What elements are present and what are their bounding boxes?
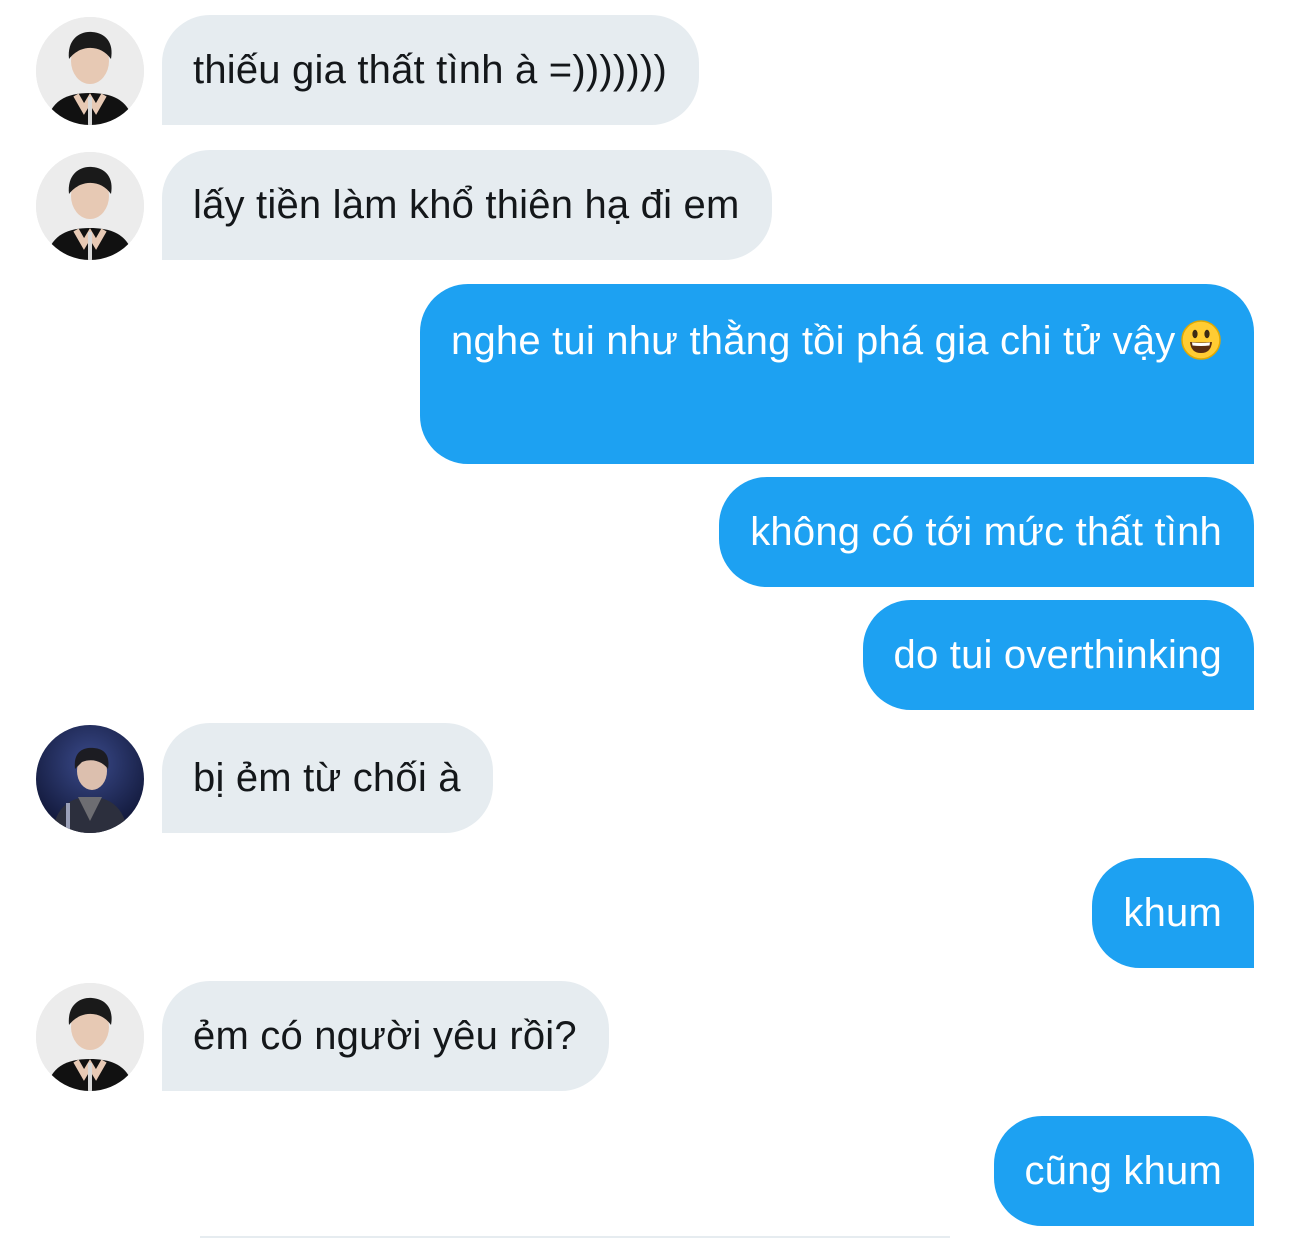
sent-message-bubble[interactable]: không có tới mức thất tình [719, 477, 1254, 587]
sent-message-bubble[interactable]: khum [1092, 858, 1254, 968]
sender-avatar[interactable] [36, 725, 144, 833]
timeline-divider [200, 1236, 950, 1238]
sent-message-bubble[interactable]: nghe tui như thằng tồi phá gia chi tử vậ… [420, 284, 1254, 464]
person-avatar-icon [36, 983, 144, 1091]
sender-avatar[interactable] [36, 17, 144, 125]
received-message-bubble[interactable]: lấy tiền làm khổ thiên hạ đi em [162, 150, 772, 260]
received-message-bubble[interactable]: ẻm có người yêu rồi? [162, 981, 609, 1091]
person-avatar-icon [36, 725, 144, 833]
sent-message-bubble[interactable]: do tui overthinking [862, 600, 1254, 710]
sent-message-bubble[interactable]: cũng khum [993, 1116, 1254, 1226]
message-text: nghe tui như thằng tồi phá gia chi tử vậ… [451, 319, 1176, 363]
person-avatar-icon [36, 17, 144, 125]
person-avatar-icon [36, 152, 144, 260]
sender-avatar[interactable] [36, 152, 144, 260]
sender-avatar[interactable] [36, 983, 144, 1091]
received-message-bubble[interactable]: bị ẻm từ chối à [162, 723, 493, 833]
received-message-bubble[interactable]: thiếu gia thất tình à =))))))) [162, 15, 699, 125]
grinning-face-emoji-icon [1181, 314, 1222, 360]
